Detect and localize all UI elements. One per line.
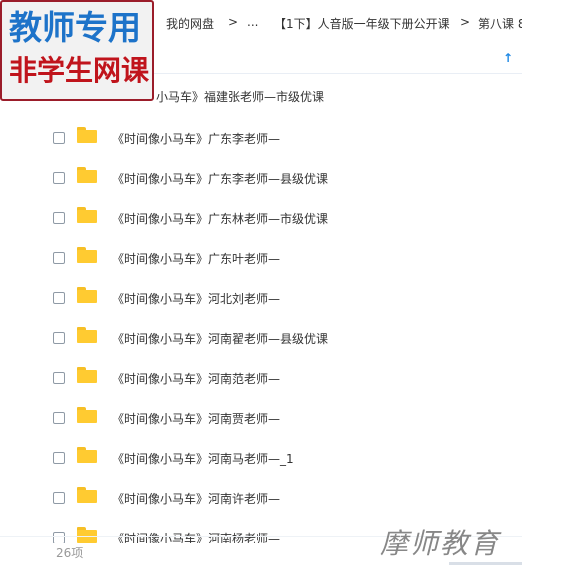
file-name[interactable]: 《时间像小马车》广东林老师—市级优课: [112, 210, 328, 227]
teacher-only-badge: 教师专用 非学生网课: [0, 0, 154, 101]
folder-icon: [77, 167, 97, 183]
folder-icon-body: [77, 450, 97, 463]
folder-icon-body: [77, 210, 97, 223]
screenshot-frame: 我的网盘 > ... 【1下】人音版一年级下册公开课 > 第八课 8 ↑ 小马车…: [0, 0, 565, 565]
watermark-text: 摩师教育: [380, 527, 501, 560]
file-row[interactable]: 《时间像小马车》河南翟老师—县级优课: [0, 320, 522, 360]
file-row[interactable]: 《时间像小马车》河南许老师—: [0, 480, 522, 520]
folder-icon: [77, 487, 97, 503]
folder-icon-body: [77, 170, 97, 183]
folder-icon-body: [77, 330, 97, 343]
file-row[interactable]: 《时间像小马车》广东叶老师—: [0, 240, 522, 280]
file-name[interactable]: 《时间像小马车》河南许老师—: [112, 490, 280, 507]
folder-icon: [77, 207, 97, 223]
row-checkbox[interactable]: [53, 452, 65, 464]
file-name[interactable]: 《时间像小马车》河南马老师—_1: [112, 450, 294, 467]
folder-icon: [77, 527, 97, 543]
row-checkbox[interactable]: [53, 172, 65, 184]
row-checkbox[interactable]: [53, 292, 65, 304]
row-checkbox[interactable]: [53, 132, 65, 144]
file-row[interactable]: 《时间像小马车》河南马老师—_1: [0, 440, 522, 480]
file-row[interactable]: 《时间像小马车》广东李老师—县级优课: [0, 160, 522, 200]
file-row[interactable]: 《时间像小马车》河南范老师—: [0, 360, 522, 400]
file-row[interactable]: 《时间像小马车》河北刘老师—: [0, 280, 522, 320]
breadcrumb-separator: >: [460, 15, 471, 29]
breadcrumb-ellipsis[interactable]: ...: [247, 15, 258, 29]
file-list: 《时间像小马车》广东李老师— 《时间像小马车》广东李老师—县级优课 《时间像小马车》…: [0, 73, 522, 543]
breadcrumb-current-folder[interactable]: 第八课 8: [478, 15, 522, 32]
folder-icon-body: [77, 490, 97, 503]
folder-icon: [77, 407, 97, 423]
folder-icon: [77, 247, 97, 263]
row-checkbox[interactable]: [53, 332, 65, 344]
folder-icon-body: [77, 370, 97, 383]
badge-title: 教师专用: [9, 8, 141, 47]
file-name[interactable]: 《时间像小马车》广东李老师—县级优课: [112, 170, 328, 187]
folder-icon: [77, 367, 97, 383]
row-checkbox[interactable]: [53, 252, 65, 264]
breadcrumb-folder-link[interactable]: 【1下】人音版一年级下册公开课: [274, 15, 450, 32]
breadcrumb-home-link[interactable]: 我的网盘: [166, 15, 214, 32]
row-checkbox[interactable]: [53, 412, 65, 424]
file-row[interactable]: 《时间像小马车》广东李老师—: [0, 120, 522, 160]
file-row[interactable]: 《时间像小马车》广东林老师—市级优课: [0, 200, 522, 240]
row-checkbox[interactable]: [53, 212, 65, 224]
row-checkbox[interactable]: [53, 532, 65, 543]
breadcrumb-separator: >: [228, 15, 239, 29]
item-count: 26项: [56, 546, 84, 560]
file-name[interactable]: 《时间像小马车》河南范老师—: [112, 370, 280, 387]
file-name[interactable]: 《时间像小马车》河北刘老师—: [112, 290, 280, 307]
row-checkbox[interactable]: [53, 372, 65, 384]
file-name[interactable]: 《时间像小马车》河南贾老师—: [112, 410, 280, 427]
folder-icon-body: [77, 130, 97, 143]
folder-icon-body: [77, 290, 97, 303]
file-row[interactable]: 《时间像小马车》河南贾老师—: [0, 400, 522, 440]
folder-icon: [77, 327, 97, 343]
badge-subtitle: 非学生网课: [9, 54, 150, 87]
folder-icon-body: [77, 250, 97, 263]
sort-arrow-icon[interactable]: ↑: [503, 51, 513, 65]
file-name[interactable]: 《时间像小马车》广东叶老师—: [112, 250, 280, 267]
folder-icon-body: [77, 410, 97, 423]
folder-icon: [77, 287, 97, 303]
folder-icon: [77, 127, 97, 143]
folder-icon: [77, 447, 97, 463]
file-name[interactable]: 《时间像小马车》河南翟老师—县级优课: [112, 330, 328, 347]
row-checkbox[interactable]: [53, 492, 65, 504]
file-name[interactable]: 《时间像小马车》广东李老师—: [112, 130, 280, 147]
